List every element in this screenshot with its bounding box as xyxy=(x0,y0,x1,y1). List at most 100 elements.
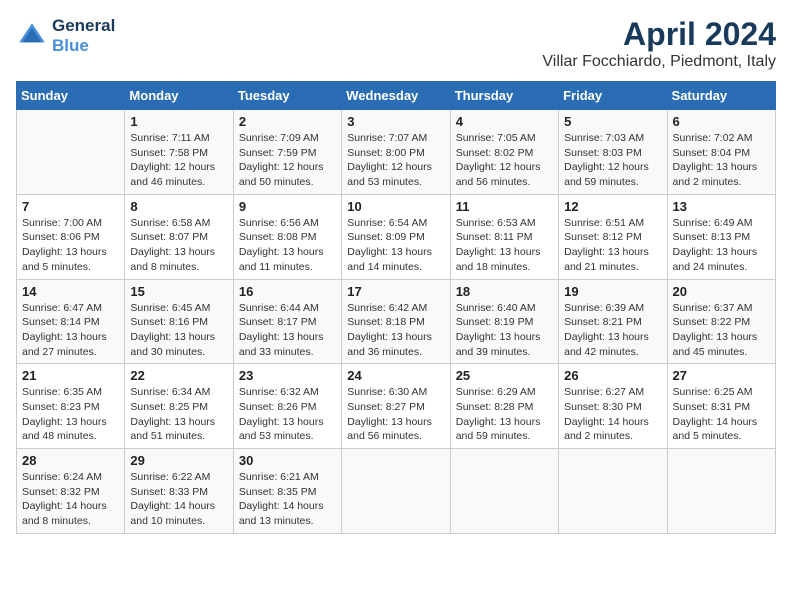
weekday-header-friday: Friday xyxy=(559,82,667,110)
day-number: 2 xyxy=(239,114,336,129)
day-detail: Sunrise: 6:27 AM Sunset: 8:30 PM Dayligh… xyxy=(564,385,661,444)
calendar-cell: 14 Sunrise: 6:47 AM Sunset: 8:14 PM Dayli… xyxy=(17,279,125,364)
calendar-cell: 30Sunrise: 6:21 AM Sunset: 8:35 PM Dayli… xyxy=(233,449,341,534)
logo-icon xyxy=(16,20,48,52)
day-detail: Sunrise: 6:56 AM Sunset: 8:08 PM Dayligh… xyxy=(239,216,336,275)
day-detail: Sunrise: 6:51 AM Sunset: 8:12 PM Dayligh… xyxy=(564,216,661,275)
day-number: 8 xyxy=(130,199,227,214)
day-number: 18 xyxy=(456,284,553,299)
calendar-table: SundayMondayTuesdayWednesdayThursdayFrid… xyxy=(16,81,776,534)
day-number: 30 xyxy=(239,453,336,468)
calendar-week-4: 21 Sunrise: 6:35 AM Sunset: 8:23 PM Dayli… xyxy=(17,364,776,449)
calendar-cell: 2 Sunrise: 7:09 AM Sunset: 7:59 PM Daylig… xyxy=(233,110,341,195)
calendar-cell: 7 Sunrise: 7:00 AM Sunset: 8:06 PM Daylig… xyxy=(17,194,125,279)
day-detail: Sunrise: 6:54 AM Sunset: 8:09 PM Dayligh… xyxy=(347,216,444,275)
calendar-cell xyxy=(17,110,125,195)
day-detail: Sunrise: 7:07 AM Sunset: 8:00 PM Dayligh… xyxy=(347,131,444,190)
day-number: 7 xyxy=(22,199,119,214)
calendar-cell: 27Sunrise: 6:25 AM Sunset: 8:31 PM Dayli… xyxy=(667,364,775,449)
calendar-cell xyxy=(559,449,667,534)
calendar-cell: 25 Sunrise: 6:29 AM Sunset: 8:28 PM Dayli… xyxy=(450,364,558,449)
calendar-cell: 23 Sunrise: 6:32 AM Sunset: 8:26 PM Dayli… xyxy=(233,364,341,449)
day-detail: Sunrise: 6:44 AM Sunset: 8:17 PM Dayligh… xyxy=(239,301,336,360)
weekday-header-tuesday: Tuesday xyxy=(233,82,341,110)
day-detail: Sunrise: 6:30 AM Sunset: 8:27 PM Dayligh… xyxy=(347,385,444,444)
day-number: 1 xyxy=(130,114,227,129)
calendar-week-3: 14 Sunrise: 6:47 AM Sunset: 8:14 PM Dayli… xyxy=(17,279,776,364)
day-number: 3 xyxy=(347,114,444,129)
calendar-cell: 13 Sunrise: 6:49 AM Sunset: 8:13 PM Dayli… xyxy=(667,194,775,279)
calendar-cell: 22 Sunrise: 6:34 AM Sunset: 8:25 PM Dayli… xyxy=(125,364,233,449)
calendar-cell xyxy=(667,449,775,534)
day-number: 20 xyxy=(673,284,770,299)
calendar-cell: 6Sunrise: 7:02 AM Sunset: 8:04 PM Daylig… xyxy=(667,110,775,195)
day-detail: Sunrise: 6:58 AM Sunset: 8:07 PM Dayligh… xyxy=(130,216,227,275)
day-detail: Sunrise: 6:35 AM Sunset: 8:23 PM Dayligh… xyxy=(22,385,119,444)
day-detail: Sunrise: 7:11 AM Sunset: 7:58 PM Dayligh… xyxy=(130,131,227,190)
location-title: Villar Focchiardo, Piedmont, Italy xyxy=(542,53,776,71)
calendar-cell xyxy=(450,449,558,534)
day-detail: Sunrise: 6:39 AM Sunset: 8:21 PM Dayligh… xyxy=(564,301,661,360)
calendar-week-2: 7 Sunrise: 7:00 AM Sunset: 8:06 PM Daylig… xyxy=(17,194,776,279)
day-detail: Sunrise: 6:53 AM Sunset: 8:11 PM Dayligh… xyxy=(456,216,553,275)
day-number: 13 xyxy=(673,199,770,214)
calendar-week-5: 28 Sunrise: 6:24 AM Sunset: 8:32 PM Dayli… xyxy=(17,449,776,534)
calendar-cell: 15 Sunrise: 6:45 AM Sunset: 8:16 PM Dayli… xyxy=(125,279,233,364)
calendar-cell: 12Sunrise: 6:51 AM Sunset: 8:12 PM Dayli… xyxy=(559,194,667,279)
day-detail: Sunrise: 6:24 AM Sunset: 8:32 PM Dayligh… xyxy=(22,470,119,529)
weekday-header-wednesday: Wednesday xyxy=(342,82,450,110)
day-detail: Sunrise: 6:47 AM Sunset: 8:14 PM Dayligh… xyxy=(22,301,119,360)
day-detail: Sunrise: 7:00 AM Sunset: 8:06 PM Dayligh… xyxy=(22,216,119,275)
day-detail: Sunrise: 6:32 AM Sunset: 8:26 PM Dayligh… xyxy=(239,385,336,444)
calendar-cell: 21 Sunrise: 6:35 AM Sunset: 8:23 PM Dayli… xyxy=(17,364,125,449)
day-number: 29 xyxy=(130,453,227,468)
day-detail: Sunrise: 6:37 AM Sunset: 8:22 PM Dayligh… xyxy=(673,301,770,360)
weekday-header-sunday: Sunday xyxy=(17,82,125,110)
day-detail: Sunrise: 6:42 AM Sunset: 8:18 PM Dayligh… xyxy=(347,301,444,360)
day-number: 19 xyxy=(564,284,661,299)
day-number: 22 xyxy=(130,368,227,383)
day-number: 14 xyxy=(22,284,119,299)
day-number: 28 xyxy=(22,453,119,468)
day-number: 17 xyxy=(347,284,444,299)
day-number: 11 xyxy=(456,199,553,214)
calendar-body: 1 Sunrise: 7:11 AM Sunset: 7:58 PM Daylig… xyxy=(17,110,776,534)
calendar-week-1: 1 Sunrise: 7:11 AM Sunset: 7:58 PM Daylig… xyxy=(17,110,776,195)
day-detail: Sunrise: 6:29 AM Sunset: 8:28 PM Dayligh… xyxy=(456,385,553,444)
calendar-cell: 9 Sunrise: 6:56 AM Sunset: 8:08 PM Daylig… xyxy=(233,194,341,279)
calendar-cell: 28 Sunrise: 6:24 AM Sunset: 8:32 PM Dayli… xyxy=(17,449,125,534)
weekday-header-saturday: Saturday xyxy=(667,82,775,110)
calendar-cell: 17 Sunrise: 6:42 AM Sunset: 8:18 PM Dayli… xyxy=(342,279,450,364)
calendar-cell: 29Sunrise: 6:22 AM Sunset: 8:33 PM Dayli… xyxy=(125,449,233,534)
day-number: 24 xyxy=(347,368,444,383)
day-detail: Sunrise: 7:03 AM Sunset: 8:03 PM Dayligh… xyxy=(564,131,661,190)
day-number: 23 xyxy=(239,368,336,383)
calendar-cell: 11 Sunrise: 6:53 AM Sunset: 8:11 PM Dayli… xyxy=(450,194,558,279)
day-detail: Sunrise: 6:45 AM Sunset: 8:16 PM Dayligh… xyxy=(130,301,227,360)
weekday-header-monday: Monday xyxy=(125,82,233,110)
calendar-cell: 4Sunrise: 7:05 AM Sunset: 8:02 PM Daylig… xyxy=(450,110,558,195)
weekday-header-row: SundayMondayTuesdayWednesdayThursdayFrid… xyxy=(17,82,776,110)
day-number: 21 xyxy=(22,368,119,383)
day-detail: Sunrise: 7:09 AM Sunset: 7:59 PM Dayligh… xyxy=(239,131,336,190)
day-detail: Sunrise: 6:49 AM Sunset: 8:13 PM Dayligh… xyxy=(673,216,770,275)
day-number: 25 xyxy=(456,368,553,383)
calendar-cell: 8 Sunrise: 6:58 AM Sunset: 8:07 PM Daylig… xyxy=(125,194,233,279)
calendar-cell: 26 Sunrise: 6:27 AM Sunset: 8:30 PM Dayli… xyxy=(559,364,667,449)
day-number: 26 xyxy=(564,368,661,383)
day-number: 9 xyxy=(239,199,336,214)
calendar-cell: 18 Sunrise: 6:40 AM Sunset: 8:19 PM Dayli… xyxy=(450,279,558,364)
weekday-header-thursday: Thursday xyxy=(450,82,558,110)
day-number: 10 xyxy=(347,199,444,214)
day-number: 16 xyxy=(239,284,336,299)
day-number: 5 xyxy=(564,114,661,129)
day-detail: Sunrise: 6:34 AM Sunset: 8:25 PM Dayligh… xyxy=(130,385,227,444)
month-title: April 2024 xyxy=(542,16,776,53)
title-area: April 2024 Villar Focchiardo, Piedmont, … xyxy=(542,16,776,71)
day-detail: Sunrise: 6:40 AM Sunset: 8:19 PM Dayligh… xyxy=(456,301,553,360)
calendar-cell: 19 Sunrise: 6:39 AM Sunset: 8:21 PM Dayli… xyxy=(559,279,667,364)
day-number: 15 xyxy=(130,284,227,299)
header: General Blue April 2024 Villar Focchiard… xyxy=(16,16,776,71)
calendar-cell: 20 Sunrise: 6:37 AM Sunset: 8:22 PM Dayli… xyxy=(667,279,775,364)
logo: General Blue xyxy=(16,16,115,56)
